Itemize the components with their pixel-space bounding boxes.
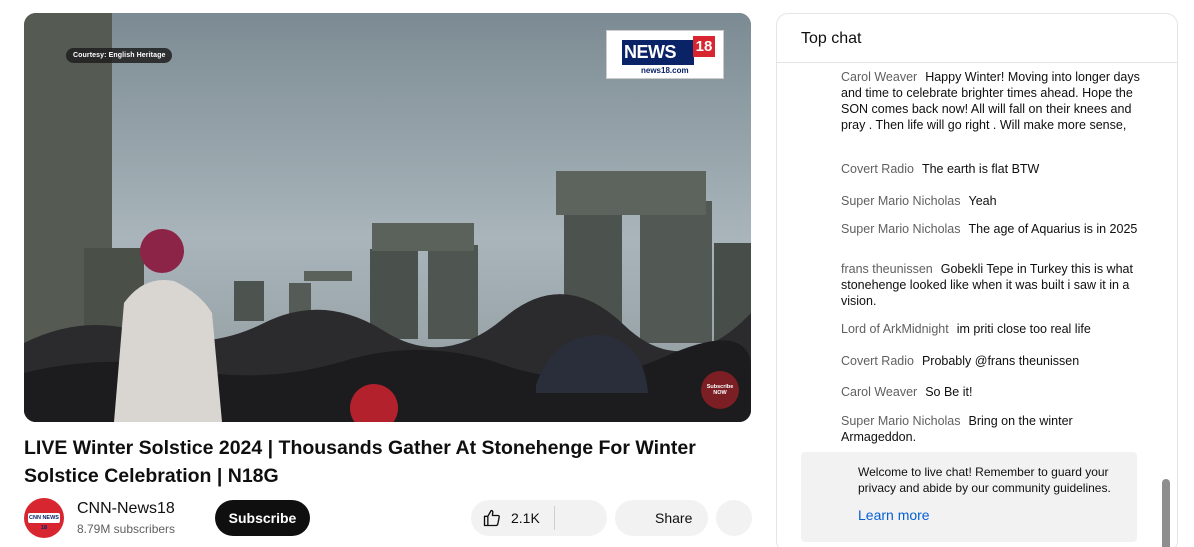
channel-avatar[interactable]: CNN NEWS 18 [24,498,64,538]
chat-text: Probably @frans theunissen [921,354,1080,368]
chat-author[interactable]: Super Mario Nicholas [841,414,961,428]
chat-text: So Be it! [925,385,973,399]
video-player[interactable]: Courtesy: English Heritage NEWS 18 news1… [24,13,751,422]
chat-message: frans theunissen Gobekli Tepe in Turkey t… [841,261,1141,309]
subscribe-button[interactable]: Subscribe [215,500,310,536]
chat-author[interactable]: Carol Weaver [841,385,917,399]
subscribe-now-badge[interactable]: Subscribe NOW [701,371,739,409]
like-count: 2.1K [511,510,540,526]
share-button[interactable]: Share [615,500,708,536]
like-dislike-group: 2.1K [471,500,607,536]
chat-author[interactable]: Covert Radio [841,354,914,368]
like-button[interactable]: 2.1K [471,500,554,536]
chat-message: Carol Weaver So Be it! [841,384,1141,400]
learn-more-link[interactable]: Learn more [858,507,930,523]
chat-scrollbar[interactable] [1162,479,1170,547]
logo-url: news18.com [641,66,689,75]
chat-author[interactable]: Super Mario Nicholas [841,194,961,208]
chat-mode-selector[interactable]: Top chat [801,30,861,48]
channel-name[interactable]: CNN-News18 [77,500,175,518]
share-label: Share [655,510,693,526]
chat-text: The age of Aquarius is in 2025 [968,222,1138,236]
chat-author[interactable]: Lord of ArkMidnight [841,322,949,336]
dislike-button[interactable] [555,500,607,536]
chat-author[interactable]: Super Mario Nicholas [841,222,961,236]
chat-text: im priti close too real life [956,322,1091,336]
avatar-label: CNN NEWS 18 [28,513,60,531]
thumbs-up-icon [483,509,500,527]
chat-message: Super Mario Nicholas Yeah [841,193,1141,209]
chat-message: Lord of ArkMidnight im priti close too re… [841,321,1141,337]
more-actions-button[interactable] [716,500,752,536]
chat-message: Covert Radio The earth is flat BTW [841,161,1141,177]
chat-author[interactable]: Covert Radio [841,162,914,176]
chat-message: Carol Weaver Happy Winter! Moving into lo… [841,69,1141,133]
chat-message: Super Mario Nicholas The age of Aquarius … [841,221,1141,237]
news18-logo: NEWS 18 news18.com [606,30,724,79]
chat-message: Super Mario Nicholas Bring on the winter … [841,413,1141,445]
chat-message: Covert Radio Probably @frans theunissen [841,353,1141,369]
chat-author[interactable]: Carol Weaver [841,70,917,84]
chat-text: The earth is flat BTW [921,162,1040,176]
courtesy-label: Courtesy: English Heritage [66,48,173,63]
live-chat-panel: Top chat Carol Weaver Happy Winter! Movin… [776,13,1178,547]
chat-header: Top chat [777,14,1177,63]
live-chat-notice: Welcome to live chat! Remember to guard … [801,452,1137,542]
chat-author[interactable]: frans theunissen [841,262,933,276]
logo-word: NEWS [622,40,694,65]
chat-text: Yeah [968,194,997,208]
logo-number: 18 [693,36,715,57]
notice-text: Welcome to live chat! Remember to guard … [858,465,1111,495]
subscriber-count: 8.79M subscribers [77,522,176,536]
video-title: LIVE Winter Solstice 2024 | Thousands Ga… [24,437,696,487]
